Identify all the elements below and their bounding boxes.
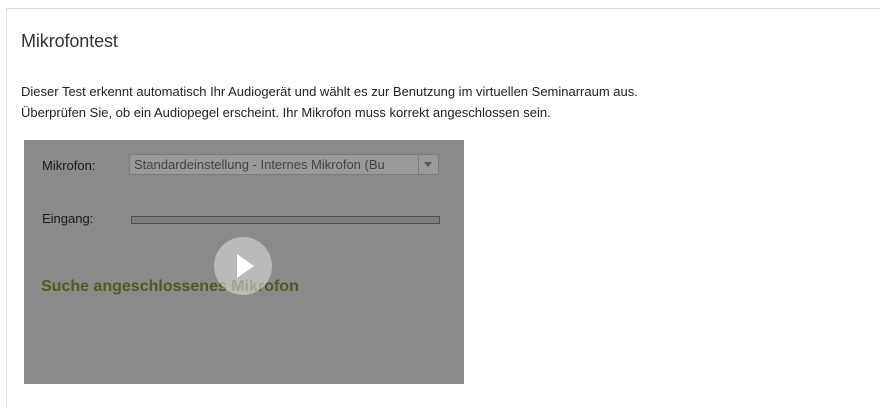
microphone-label: Mikrofon: — [42, 158, 96, 173]
description-line-1: Dieser Test erkennt automatisch Ihr Audi… — [21, 84, 638, 99]
description: Dieser Test erkennt automatisch Ihr Audi… — [21, 81, 861, 123]
chevron-down-icon[interactable] — [418, 155, 438, 174]
input-label: Eingang: — [42, 211, 94, 226]
microphone-select-value: Standardeinstellung - Internes Mikrofon … — [134, 157, 385, 172]
mic-test-panel: Mikrofon: Standardeinstellung - Internes… — [24, 140, 464, 384]
description-line-2: Überprüfen Sie, ob ein Audiopegel ersche… — [21, 105, 551, 120]
microphone-select[interactable]: Standardeinstellung - Internes Mikrofon … — [129, 154, 439, 175]
play-icon[interactable] — [214, 237, 272, 295]
page-title: Mikrofontest — [21, 31, 118, 51]
input-level-meter — [131, 216, 440, 224]
